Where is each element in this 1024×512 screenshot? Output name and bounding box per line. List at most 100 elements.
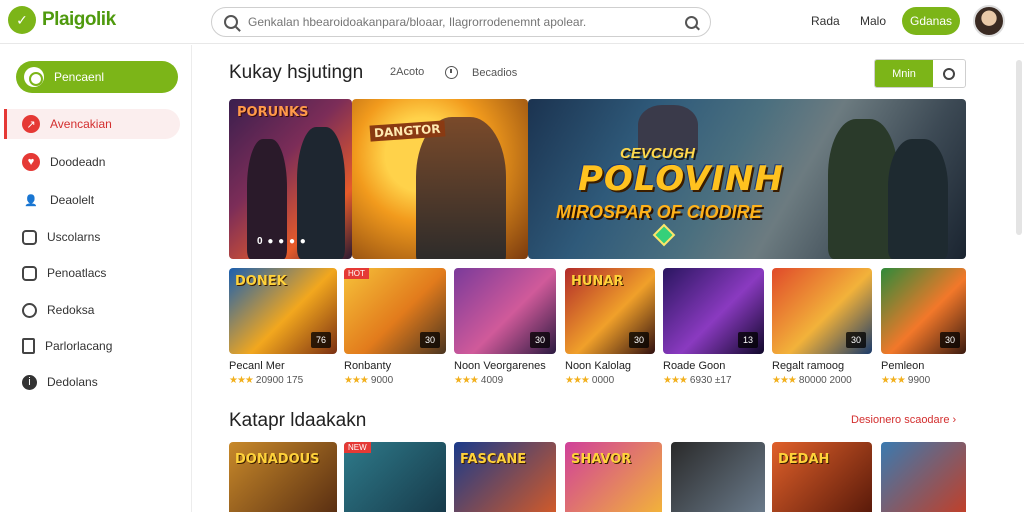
count-badge: 30	[420, 332, 440, 348]
bookmark-icon	[22, 229, 37, 245]
game-thumbnail[interactable]: 30	[881, 268, 966, 354]
logo-text: Plaigolik	[42, 9, 116, 30]
sidebar-item-7[interactable]: i Dedolans	[4, 367, 180, 397]
search-submit-icon[interactable]	[685, 15, 698, 29]
sidebar-primary-button[interactable]: Pencaenl	[16, 61, 178, 93]
game-thumbnail[interactable]: DONEK 76	[229, 268, 337, 354]
sidebar-primary-label: Pencaenl	[54, 70, 105, 84]
game-logo-text: DONADOUS	[235, 452, 320, 467]
hot-badge: HOT	[344, 268, 369, 279]
game-card[interactable]: HOT 30 Ronbanty ★★★ 9000	[344, 268, 446, 388]
sidebar-item-label: Redoksa	[47, 303, 95, 317]
game-name[interactable]: Roade Goon	[663, 360, 725, 372]
count-badge: 30	[530, 332, 550, 348]
count-badge: 30	[629, 332, 649, 348]
game-card[interactable]: DONEK 76 Pecanl Mer ★★★ 20900 175	[229, 268, 337, 388]
game-rating: ★★★ 0000	[565, 375, 614, 386]
clock-icon	[445, 66, 458, 79]
search-bar[interactable]	[211, 7, 711, 37]
game-name[interactable]: Noon Kalolag	[565, 360, 631, 372]
sidebar-item-2[interactable]: 👤 Deaolelt	[4, 185, 180, 215]
game-name[interactable]: Pemleon	[881, 360, 924, 372]
section-title-category: Katapr ldaakakn	[229, 410, 367, 431]
game-logo-text: HUNAR	[571, 274, 624, 289]
heart-icon: ♥	[22, 153, 40, 171]
game-thumbnail[interactable]	[671, 442, 765, 512]
game-thumbnail[interactable]	[881, 442, 966, 512]
game-thumbnail[interactable]: FASCANE	[454, 442, 556, 512]
game-logo-text: SHAVOR	[571, 452, 632, 467]
nav-link-malo[interactable]: Malo	[860, 14, 886, 28]
see-all-label: Desionero scaodare	[851, 414, 950, 426]
page-scrollbar[interactable]	[1016, 60, 1022, 235]
game-card[interactable]: 30 Noon Veorgarenes ★★★ 4009	[454, 268, 556, 388]
sidebar-item-3[interactable]: Uscolarns	[4, 222, 180, 252]
search-icon	[224, 15, 238, 29]
search-input[interactable]	[248, 15, 679, 29]
count-badge: 30	[940, 332, 960, 348]
game-thumbnail[interactable]: 30	[454, 268, 556, 354]
sidebar-item-4[interactable]: Penoatlacs	[4, 258, 180, 288]
sidebar-item-1[interactable]: ♥ Doodeadn	[4, 147, 180, 177]
banner-caption: 0 ● ● ● ●	[257, 236, 307, 247]
banner-title: POLOVINH	[578, 159, 784, 199]
game-rating: ★★★ 9000	[344, 375, 393, 386]
logo[interactable]: ✓ Plaigolik	[8, 6, 116, 34]
game-card[interactable]: 13 Roade Goon ★★★ 6930 ±17	[663, 268, 764, 388]
rating-count: 4009	[480, 375, 504, 386]
user-avatar[interactable]	[973, 5, 1005, 37]
sidebar-item-label: Avencakian	[50, 117, 112, 131]
new-badge: NEW	[344, 442, 371, 453]
sidebar-item-label: Uscolarns	[47, 230, 101, 244]
see-all-link[interactable]: Desionero scaodare ›	[851, 414, 956, 426]
game-thumbnail[interactable]: SHAVOR	[565, 442, 662, 512]
rating-count: 80000 2000	[798, 375, 852, 386]
game-thumbnail[interactable]: DEDAH	[772, 442, 872, 512]
section-info-1: 2Acoto	[390, 66, 424, 78]
document-icon	[22, 338, 35, 354]
banner-3[interactable]: CEVCUGH POLOVINH MIROSPAR OF CIODIRE	[528, 99, 966, 259]
game-rating: ★★★ 6930 ±17	[663, 375, 732, 386]
game-name[interactable]: Ronbanty	[344, 360, 391, 372]
info-text-1: 2Acoto	[390, 66, 425, 78]
toggle-main-button[interactable]: Mnin	[875, 60, 933, 87]
sidebar-item-0[interactable]: ↗ Avencakian	[4, 109, 180, 139]
game-thumbnail[interactable]: HUNAR 30	[565, 268, 655, 354]
nav-link-rada[interactable]: Rada	[811, 14, 840, 28]
toggle-search-button[interactable]	[933, 60, 965, 87]
header-cta-button[interactable]: Gdanas	[902, 7, 960, 35]
search-icon	[943, 67, 955, 80]
section-title-featured: Kukay hsjutingn	[229, 62, 364, 83]
banner-title: PORUNKS	[237, 105, 309, 120]
rating-count: 9900	[907, 375, 931, 386]
game-logo-text: DONEK	[235, 274, 287, 289]
game-thumbnail[interactable]: 13	[663, 268, 764, 354]
view-toggle[interactable]: Mnin	[874, 59, 966, 88]
rating-count: 20900 175	[255, 375, 304, 386]
game-card[interactable]: 30 Regalt ramoog ★★★ 80000 2000	[772, 268, 872, 388]
game-thumbnail[interactable]: 30	[772, 268, 872, 354]
leaf-logo-icon: ✓	[8, 6, 36, 34]
banner-2[interactable]: DANGTOR	[352, 99, 528, 259]
arrow-icon: ↗	[22, 115, 40, 133]
sidebar-item-6[interactable]: Parlorlacang	[4, 331, 180, 361]
rating-count: 0000	[591, 375, 615, 386]
game-rating: ★★★ 80000 2000	[772, 375, 852, 386]
star-rating-icon: ★★★	[229, 375, 254, 386]
sidebar-item-label: Penoatlacs	[47, 266, 107, 280]
sidebar-item-5[interactable]: Redoksa	[4, 295, 180, 325]
star-rating-icon: ★★★	[663, 375, 688, 386]
game-thumbnail[interactable]: DONADOUS	[229, 442, 337, 512]
game-name[interactable]: Regalt ramoog	[772, 360, 844, 372]
character-figure	[416, 117, 506, 259]
game-name[interactable]: Pecanl Mer	[229, 360, 285, 372]
star-rating-icon: ★★★	[881, 375, 906, 386]
game-card[interactable]: HUNAR 30 Noon Kalolag ★★★ 0000	[565, 268, 655, 388]
sidebar-item-label: Dedolans	[47, 375, 98, 389]
game-name[interactable]: Noon Veorgarenes	[454, 360, 546, 372]
game-thumbnail[interactable]: HOT 30	[344, 268, 446, 354]
game-thumbnail[interactable]: NEW	[344, 442, 446, 512]
banner-1[interactable]: PORUNKS 0 ● ● ● ●	[229, 99, 352, 259]
rating-count: 6930 ±17	[689, 375, 732, 386]
game-card[interactable]: 30 Pemleon ★★★ 9900	[881, 268, 966, 388]
